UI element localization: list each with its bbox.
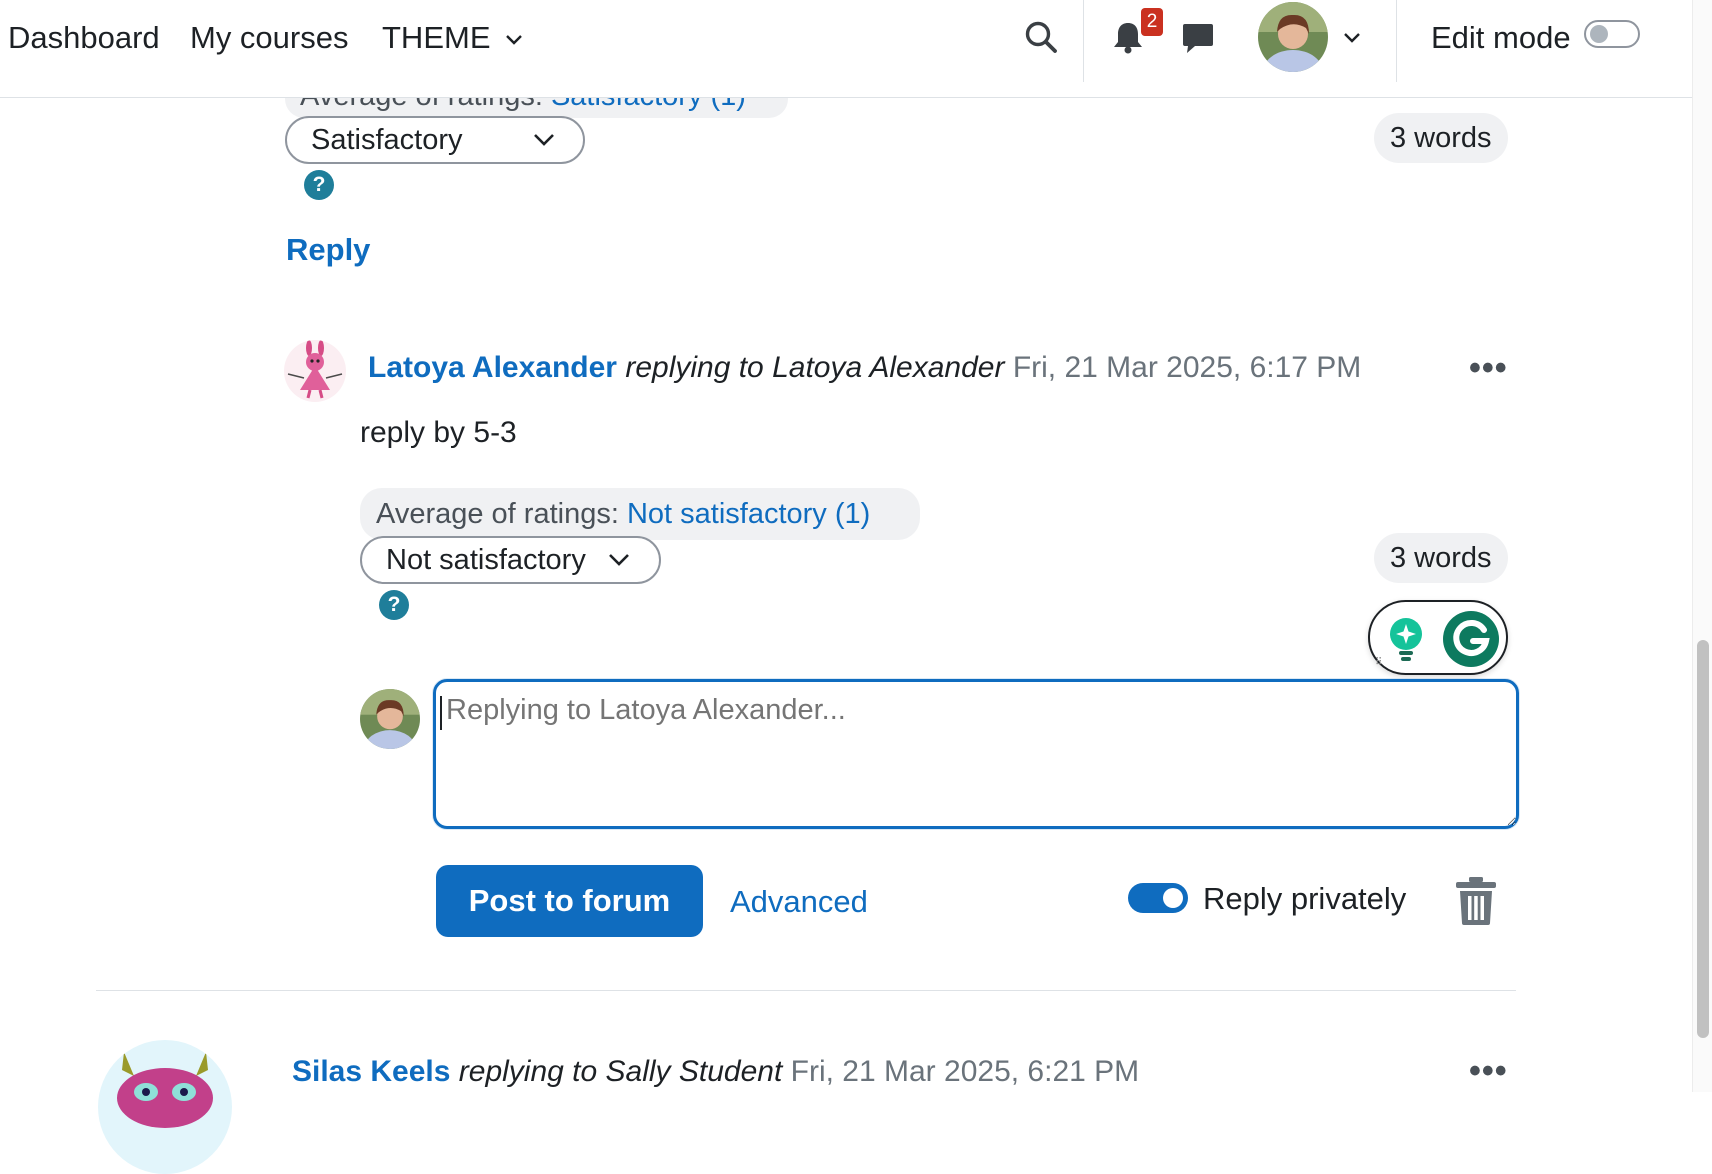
help-icon[interactable]: ? — [304, 170, 334, 200]
author-name[interactable]: Latoya Alexander — [368, 351, 617, 384]
post-date: Fri, 21 Mar 2025, 6:17 PM — [1012, 351, 1362, 384]
search-icon[interactable] — [1024, 20, 1058, 54]
post-date: Fri, 21 Mar 2025, 6:21 PM — [790, 1055, 1140, 1088]
post-divider — [96, 990, 1516, 991]
chevron-down-icon[interactable] — [1343, 32, 1361, 44]
edit-mode-label: Edit mode — [1431, 20, 1571, 55]
post-to-forum-button[interactable]: Post to forum — [436, 865, 703, 937]
trash-icon[interactable] — [1454, 876, 1498, 926]
chevron-down-icon — [506, 34, 522, 45]
author-avatar[interactable] — [98, 1040, 232, 1174]
replying-to-text: replying to Sally Student — [458, 1055, 783, 1088]
reply-privately-toggle[interactable] — [1128, 883, 1188, 913]
advanced-link[interactable]: Advanced — [730, 884, 868, 920]
drag-handle-icon[interactable]: ⠿ — [1375, 657, 1382, 668]
edit-mode-toggle[interactable] — [1584, 20, 1640, 48]
author-avatar[interactable] — [284, 340, 346, 402]
current-user-avatar — [360, 689, 420, 749]
help-icon[interactable]: ? — [379, 590, 409, 620]
post-header: Latoya Alexander replying to Latoya Alex… — [368, 349, 1361, 387]
more-icon[interactable]: ••• — [1469, 351, 1508, 385]
word-count-badge: 3 words — [1374, 113, 1508, 163]
nav-theme-label: THEME — [382, 20, 491, 55]
notification-count-badge: 2 — [1141, 8, 1163, 36]
author-name[interactable]: Silas Keels — [292, 1055, 450, 1088]
word-count-badge: 3 words — [1374, 533, 1508, 583]
more-icon[interactable]: ••• — [1469, 1054, 1508, 1088]
chevron-down-icon — [609, 554, 629, 566]
nav-divider — [1083, 0, 1084, 82]
post-header: Silas Keels replying to Sally Student Fr… — [292, 1053, 1139, 1091]
chevron-down-icon — [534, 134, 554, 146]
rating-select-value: Satisfactory — [311, 124, 463, 156]
top-navbar: Dashboard My courses THEME 2 Edit mode — [0, 0, 1692, 98]
rating-select-value: Not satisfactory — [386, 544, 586, 576]
grammarly-widget[interactable]: ⠿ — [1368, 600, 1508, 675]
text-caret — [440, 696, 442, 730]
average-ratings-label: Average of ratings: — [376, 498, 619, 530]
lightbulb-icon[interactable] — [1386, 616, 1426, 662]
reply-link[interactable]: Reply — [286, 232, 370, 268]
post-content: reply by 5-3 — [360, 416, 517, 449]
replying-to-text: replying to Latoya Alexander — [625, 351, 1005, 384]
nav-link-my-courses[interactable]: My courses — [190, 18, 348, 58]
scrollbar-thumb[interactable] — [1697, 640, 1709, 1038]
average-ratings: Average of ratings: Not satisfactory (1) — [376, 496, 870, 532]
average-ratings-value[interactable]: Not satisfactory (1) — [627, 498, 870, 530]
grammarly-icon[interactable] — [1442, 610, 1500, 668]
nav-divider — [1396, 0, 1397, 82]
rating-select[interactable]: Satisfactory — [285, 116, 585, 164]
nav-theme-dropdown[interactable]: THEME — [382, 18, 523, 58]
chat-icon[interactable] — [1181, 22, 1215, 54]
rating-select[interactable]: Not satisfactory — [360, 536, 661, 584]
reply-privately-label: Reply privately — [1203, 881, 1407, 916]
user-avatar[interactable] — [1258, 2, 1328, 72]
reply-textarea[interactable] — [433, 679, 1519, 829]
nav-link-dashboard[interactable]: Dashboard — [8, 18, 160, 58]
bell-icon[interactable] — [1112, 20, 1144, 54]
